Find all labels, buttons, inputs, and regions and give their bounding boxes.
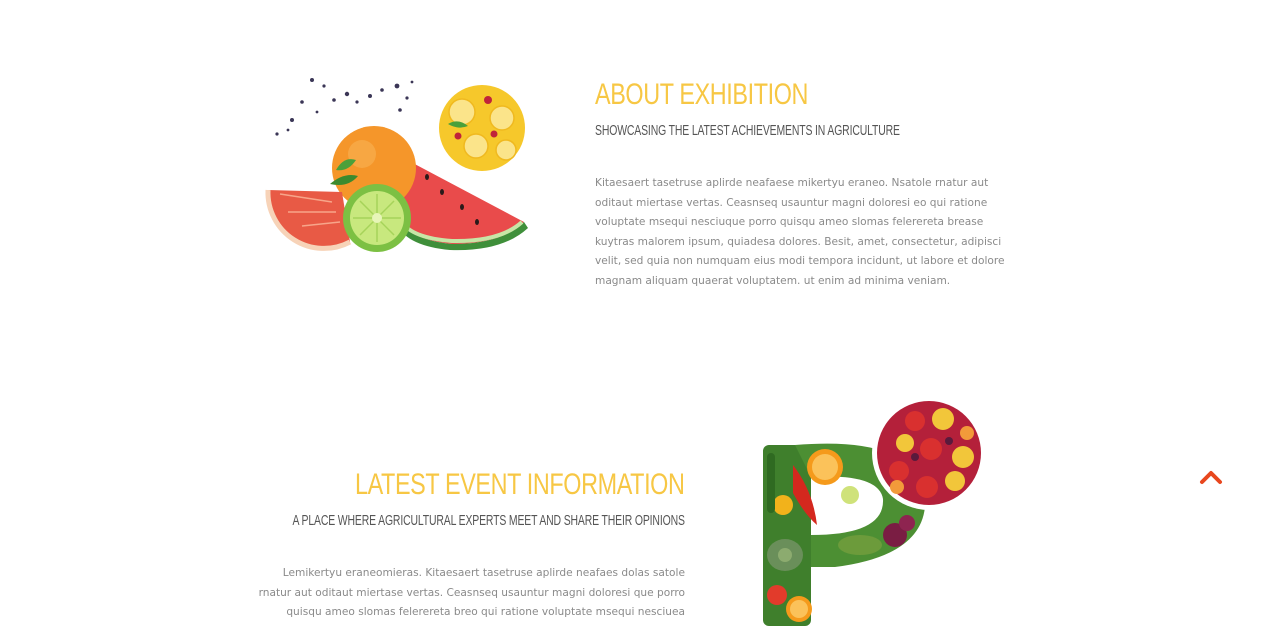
event-subtitle: A PLACE WHERE AGRICULTURAL EXPERTS MEET … (292, 513, 685, 529)
fruit-splash-illustration-icon (265, 78, 530, 252)
event-title: LATEST EVENT INFORMATION (355, 468, 685, 501)
about-subtitle: SHOWCASING THE LATEST ACHIEVEMENTS IN AG… (595, 123, 900, 139)
about-title: ABOUT EXHIBITION (595, 78, 809, 111)
page: ABOUT EXHIBITION SHOWCASING THE LATEST A… (0, 0, 1280, 626)
chevron-up-icon (1200, 471, 1222, 484)
scroll-to-top-button[interactable] (1198, 466, 1224, 488)
vegetable-letter-p-illustration-icon (763, 396, 986, 626)
event-description: Lemikertyu eraneomieras. Kitaesaert tase… (258, 567, 685, 626)
about-description: Kitaesaert tasetruse aplirde neafaese mi… (595, 177, 1005, 287)
